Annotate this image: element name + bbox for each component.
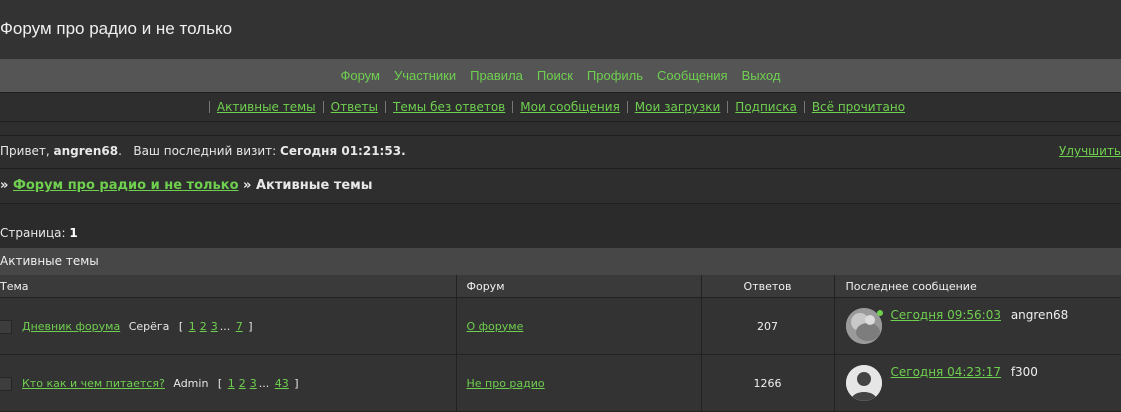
column-forum: Форум [456,275,702,298]
column-last-post: Последнее сообщение [834,275,1121,298]
page-link[interactable]: 7 [236,320,243,333]
column-replies: Ответов [701,275,835,298]
table-title: Активные темы [0,248,1121,275]
last-post-cell: Сегодня 09:56:03 angren68 [834,297,1121,355]
default-user-avatar-icon [845,365,882,401]
topic-status-icon [0,320,12,334]
pagination-current: 1 [69,226,78,240]
forum-header: Форум про радио и не только [0,0,1121,59]
subnav-unanswered[interactable]: Темы без ответов [393,100,505,114]
greeting-text: Привет, [0,144,50,158]
topic-author: Серёга [128,319,170,333]
table-row: Кто как и чем питается? Admin [ 1 2 3... 4… [0,354,1121,412]
last-visit-label: Ваш последний визит: [133,144,277,158]
nav-logout[interactable]: Выход [742,68,781,83]
breadcrumb: » Форум про радио и не только » Активные… [0,169,1121,204]
subnav-mark-all-read[interactable]: Всё прочитано [812,100,905,114]
nav-messages[interactable]: Сообщения [657,68,728,83]
subnav-item: Ответы [322,100,385,114]
page-link[interactable]: 2 [239,377,246,390]
topics-table: Тема Форум Ответов Последнее сообщение Д… [0,275,1121,412]
subnav-active-topics[interactable]: Активные темы [217,100,316,114]
column-topic: Тема [0,275,457,298]
breadcrumb-current: Активные темы [255,178,373,193]
forum-cell: Не про радио [456,354,702,412]
forum-title: Форум про радио и не только [0,19,233,38]
topic-link[interactable]: Кто как и чем питается? [22,377,165,390]
breadcrumb-separator: » [0,178,9,193]
online-indicator-icon [876,310,883,316]
topic-cell: Кто как и чем питается? Admin [ 1 2 3... 4… [0,354,457,412]
last-post-user: f300 [1010,365,1038,379]
subnav-item: Активные темы [208,100,323,114]
table-header-row: Тема Форум Ответов Последнее сообщение [0,275,1121,298]
subnav-item: Всё прочитано [803,100,912,114]
topic-pages: [ 1 2 3... 43 ] [217,376,299,390]
nav-rules[interactable]: Правила [470,68,523,83]
page-link[interactable]: 1 [228,377,235,390]
topic-author: Admin [173,376,209,390]
forum-cell: О форуме [456,297,702,355]
breadcrumb-forum-link[interactable]: Форум про радио и не только [13,178,239,193]
replies-count: 1266 [701,354,835,412]
replies-count: 207 [701,297,835,355]
subnav-subscriptions[interactable]: Подписка [735,100,797,114]
improve-link[interactable]: Улучшить [1059,136,1121,167]
topic-status-icon [0,377,12,391]
breadcrumb-separator: » [243,178,252,193]
forum-link[interactable]: О форуме [467,320,524,333]
last-post-time-link[interactable]: Сегодня 09:56:03 [891,308,1001,322]
subnav-item: Мои загрузки [626,100,728,114]
subnav-item: Мои сообщения [512,101,627,113]
subnav-item: Подписка [727,101,804,113]
page-ellipsis: ... [219,319,231,333]
welcome-bar: Привет, angren68. Ваш последний визит: С… [0,135,1121,169]
topic-pages: [ 1 2 3... 7 ] [178,319,253,333]
topic-cell: Дневник форума Серёга [ 1 2 3... 7 ] [0,297,457,355]
nav-profile[interactable]: Профиль [587,68,643,83]
pagination-label: Страница: [0,226,66,240]
nav-members[interactable]: Участники [394,68,456,83]
username: angren68 [53,144,119,158]
page-link[interactable]: 3 [211,320,218,333]
nav-search[interactable]: Поиск [537,68,573,83]
nav-forum[interactable]: Форум [340,68,380,83]
page-ellipsis: ... [258,376,270,390]
subnav-replies[interactable]: Ответы [331,100,378,114]
pagination-bar: Страница: 1 [0,204,1121,248]
last-post-user: angren68 [1010,308,1069,322]
table-row: Дневник форума Серёга [ 1 2 3... 7 ] О фор… [0,297,1121,355]
subnav-my-posts[interactable]: Мои сообщения [520,100,620,114]
user-avatar[interactable] [845,365,882,401]
last-post-time-link[interactable]: Сегодня 04:23:17 [891,365,1001,379]
forum-link[interactable]: Не про радио [467,377,545,390]
page-link[interactable]: 1 [189,320,196,333]
last-post-cell: Сегодня 04:23:17 f300 [834,354,1121,412]
last-visit-value: Сегодня 01:21:53 [280,144,402,158]
page-link[interactable]: 43 [275,377,289,390]
subnav-my-uploads[interactable]: Мои загрузки [635,100,721,114]
page-link[interactable]: 3 [250,377,257,390]
subnav-item: Темы без ответов [385,101,512,113]
topic-link[interactable]: Дневник форума [22,320,120,333]
page-link[interactable]: 2 [200,320,207,333]
main-navigation: Форум Участники Правила Поиск Профиль Со… [0,59,1121,92]
sub-navigation: Активные темы Ответы Темы без ответов Мо… [0,92,1121,122]
